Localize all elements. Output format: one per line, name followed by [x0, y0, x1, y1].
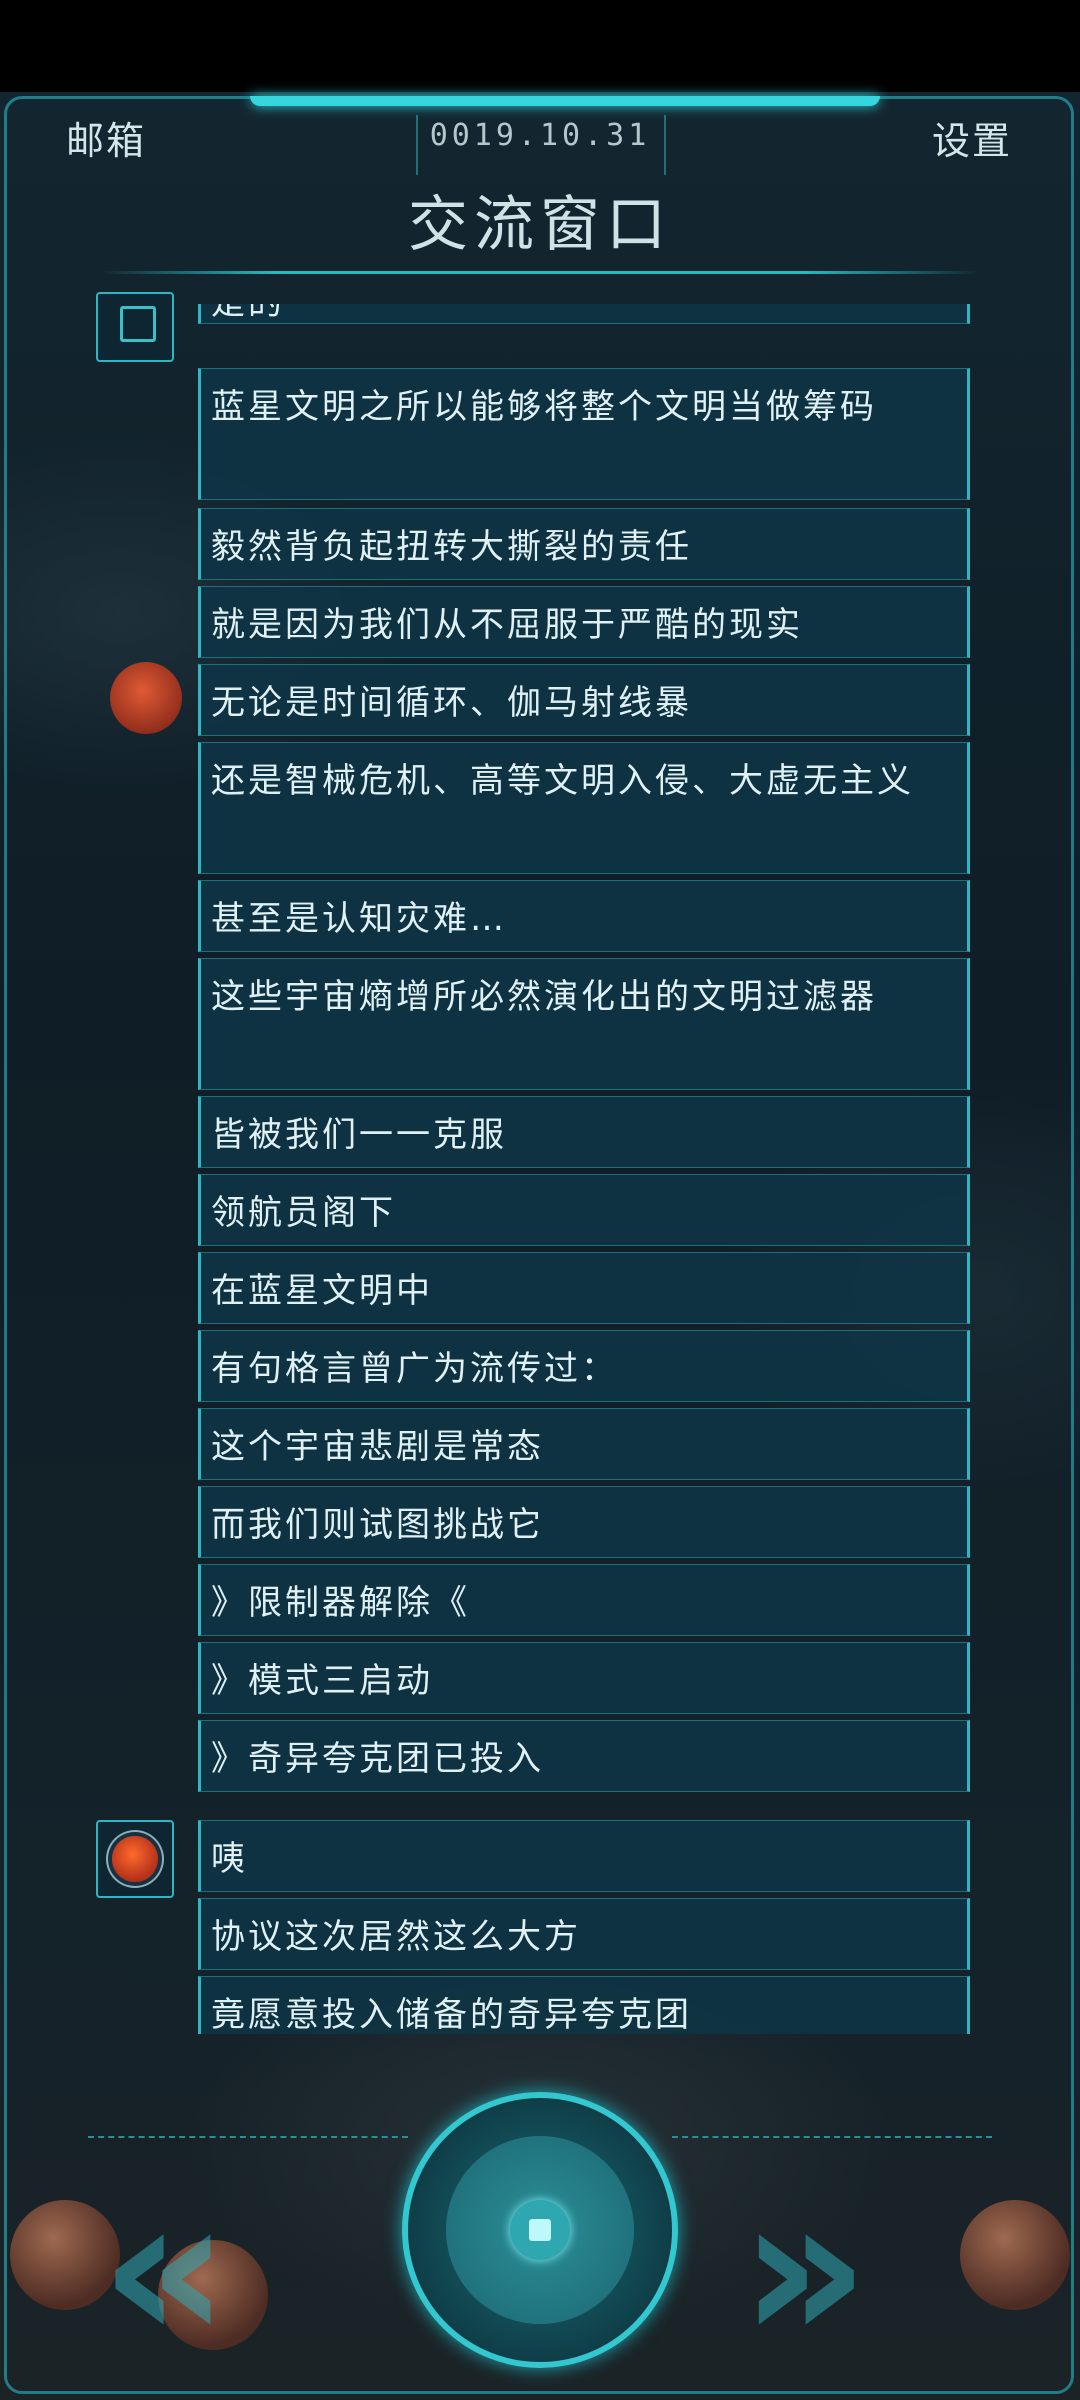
date-display: 0019.10.31 — [429, 118, 651, 153]
next-chevron-icon[interactable]: » — [740, 2170, 869, 2370]
settings-button[interactable]: 设置 — [932, 110, 1012, 165]
chat-bubble: 》奇异夸克团已投入 — [198, 1720, 970, 1792]
chat-bubble: 在蓝星文明中 — [198, 1252, 970, 1324]
chat-bubble: 有句格言曾广为流传过： — [198, 1330, 970, 1402]
chat-scroll-area[interactable]: 是的 蓝星文明之所以能够将整个文明当做筹码 毅然背负起扭转大撕裂的责任 就是因为… — [0, 304, 1080, 2034]
chat-bubble: 皆被我们一一克服 — [198, 1096, 970, 1168]
chat-bubble: 还是智械危机、高等文明入侵、大虚无主义 — [198, 742, 970, 874]
chat-bubble: 就是因为我们从不屈服于严酷的现实 — [198, 586, 970, 658]
chat-bubble: 无论是时间循环、伽马射线暴 — [198, 664, 970, 736]
chat-bubble: 竟愿意投入储备的奇异夸克团 — [198, 1976, 970, 2034]
chat-bubble: 协议这次居然这么大方 — [198, 1898, 970, 1970]
brain-avatar-icon[interactable] — [96, 1820, 174, 1898]
chat-bubble: 这些宇宙熵增所必然演化出的文明过滤器 — [198, 958, 970, 1090]
chat-bubble: 领航员阁下 — [198, 1174, 970, 1246]
chat-bubble: 是的 — [198, 304, 970, 324]
status-bar-area — [0, 0, 1080, 92]
chat-bubble: 蓝星文明之所以能够将整个文明当做筹码 — [198, 368, 970, 500]
chat-bubble: 》模式三启动 — [198, 1642, 970, 1714]
chat-bubble: 咦 — [198, 1820, 970, 1892]
page-title: 交流窗口 — [408, 190, 672, 260]
dashed-line-left — [88, 2136, 408, 2140]
guide-line-right — [664, 115, 666, 175]
chat-bubble: 这个宇宙悲剧是常态 — [198, 1408, 970, 1480]
chat-bubble: 而我们则试图挑战它 — [198, 1486, 970, 1558]
stop-icon — [529, 2219, 551, 2241]
previous-chevron-icon[interactable]: « — [100, 2170, 229, 2370]
title-divider — [100, 271, 980, 274]
chat-bubble: 甚至是认知灾难… — [198, 880, 970, 952]
decor-sphere-right — [960, 2200, 1070, 2310]
chat-bubble: 毅然背负起扭转大撕裂的责任 — [198, 508, 970, 580]
frame-top-glow — [250, 96, 880, 106]
guide-line-left — [416, 115, 418, 175]
dashed-line-right — [672, 2136, 992, 2140]
brain-orb — [112, 1836, 158, 1882]
chat-bubble: 》限制器解除《 — [198, 1564, 970, 1636]
